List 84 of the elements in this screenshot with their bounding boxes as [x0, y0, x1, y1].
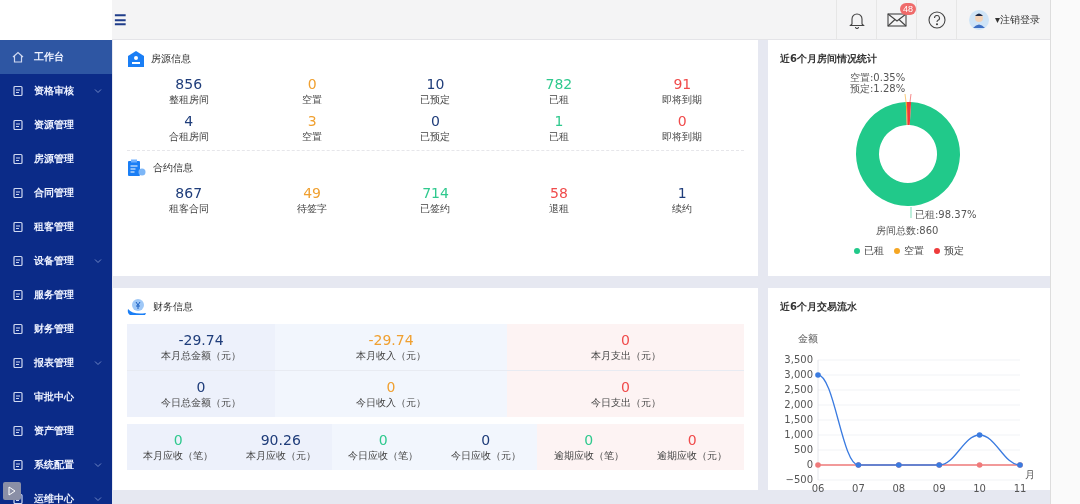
stat-value: 4 — [184, 113, 194, 130]
stat-value: 856 — [175, 76, 203, 93]
stat-label: 今日总金额（元） — [161, 395, 241, 410]
stat-value: 1 — [677, 185, 687, 202]
stat-value: -29.74 — [368, 331, 414, 349]
stat-label: 今日应收（笔） — [348, 448, 419, 463]
stat-value: 10 — [426, 76, 445, 93]
stat-value: 91 — [673, 76, 692, 93]
stat-label: 待签字 — [297, 202, 328, 216]
stat-value: 0 — [481, 431, 491, 449]
axis-tick: 1,500 — [784, 414, 813, 425]
legend-label: 已租 — [864, 244, 884, 258]
axis-tick: 500 — [793, 444, 813, 455]
stat-value: 0 — [621, 331, 630, 349]
stat-label: 本月总金额（元） — [161, 348, 241, 363]
stat-value: 867 — [175, 185, 203, 202]
stat-label: 已签约 — [420, 202, 451, 216]
stat-label: 本月应收（元） — [245, 448, 316, 463]
axis-tick: 06 — [811, 483, 825, 494]
stat-value: 0 — [173, 431, 183, 449]
axis-tick: 0 — [806, 459, 813, 470]
axis-tick: 08 — [892, 483, 906, 494]
stat-label: 整租房间 — [168, 93, 209, 107]
axis-tick: 2,500 — [784, 384, 813, 395]
stat-label: 本月应收（笔） — [143, 448, 214, 463]
stat-label: 今日收入（元） — [356, 395, 426, 410]
slice-label: 已租:98.37% — [915, 209, 977, 220]
stat-value: 0 — [621, 378, 630, 396]
section-title: 财务信息 — [153, 300, 193, 314]
axis-tick: 2,000 — [784, 399, 813, 410]
stat-label: 即将到期 — [662, 130, 703, 144]
slice-label: 预定:1.28% — [850, 83, 906, 94]
stat-value: 714 — [422, 185, 449, 202]
unread-badge: 48 — [900, 2, 916, 15]
section-title: 合约信息 — [153, 161, 193, 175]
stat-value: 0 — [386, 378, 396, 396]
stat-label: 逾期应收（笔） — [553, 448, 624, 463]
stat-value: 0 — [378, 431, 388, 449]
axis-tick: 10 — [973, 483, 986, 494]
chart-title: 近6个月交易流水 — [780, 300, 858, 314]
axis-tick: 07 — [852, 483, 865, 494]
slice-label: 空置:0.35% — [850, 72, 906, 83]
stat-label: 退租 — [548, 202, 569, 216]
stat-value: 3 — [307, 113, 317, 130]
stat-value: 0 — [431, 113, 440, 130]
stat-value: 90.26 — [260, 431, 301, 449]
stat-label: 空置 — [302, 130, 323, 144]
stat-label: 本月支出（元） — [590, 348, 661, 363]
legend-label: 预定 — [944, 244, 964, 258]
stat-label: 已预定 — [420, 93, 451, 107]
stat-label: 本月收入（元） — [356, 348, 426, 363]
stat-label: 租客合同 — [168, 202, 209, 216]
stat-value: 782 — [545, 76, 573, 93]
axis-tick: 11 — [1013, 483, 1027, 494]
stat-label: 合租房间 — [168, 130, 209, 144]
stat-value: 0 — [307, 76, 317, 93]
axis-title: 金额 — [798, 333, 818, 344]
stat-label: 已租 — [548, 130, 569, 144]
stat-label: 续约 — [672, 202, 693, 216]
axis-tick: −500 — [785, 474, 813, 485]
axis-tick: 1,000 — [784, 429, 813, 440]
stat-label: 今日支出（元） — [590, 395, 661, 410]
axis-tick: 3,500 — [784, 354, 813, 365]
stat-label: 空置 — [302, 93, 323, 107]
chart-total: 房间总数:860 — [876, 225, 939, 236]
stat-value: 0 — [584, 431, 594, 449]
axis-tick: 3,000 — [784, 369, 813, 380]
stat-value: 1 — [554, 113, 564, 130]
axis-title: 月 — [1025, 469, 1035, 480]
stat-value: 58 — [549, 185, 568, 202]
stat-value: 0 — [196, 378, 206, 396]
stat-value: 0 — [687, 431, 697, 449]
axis-tick: 09 — [932, 483, 946, 494]
section-title: 房源信息 — [151, 52, 191, 66]
chart-title: 近6个月房间情况统计 — [780, 52, 878, 66]
stat-label: 即将到期 — [662, 93, 703, 107]
legend-label: 空置 — [904, 244, 924, 258]
stat-value: 0 — [677, 113, 687, 130]
stat-label: 已预定 — [420, 130, 451, 144]
stat-label: 已租 — [548, 93, 569, 107]
stat-label: 逾期应收（元） — [657, 448, 728, 463]
stat-label: 今日应收（元） — [450, 448, 521, 463]
stat-value: -29.74 — [178, 331, 224, 349]
stat-value: 49 — [303, 185, 321, 202]
